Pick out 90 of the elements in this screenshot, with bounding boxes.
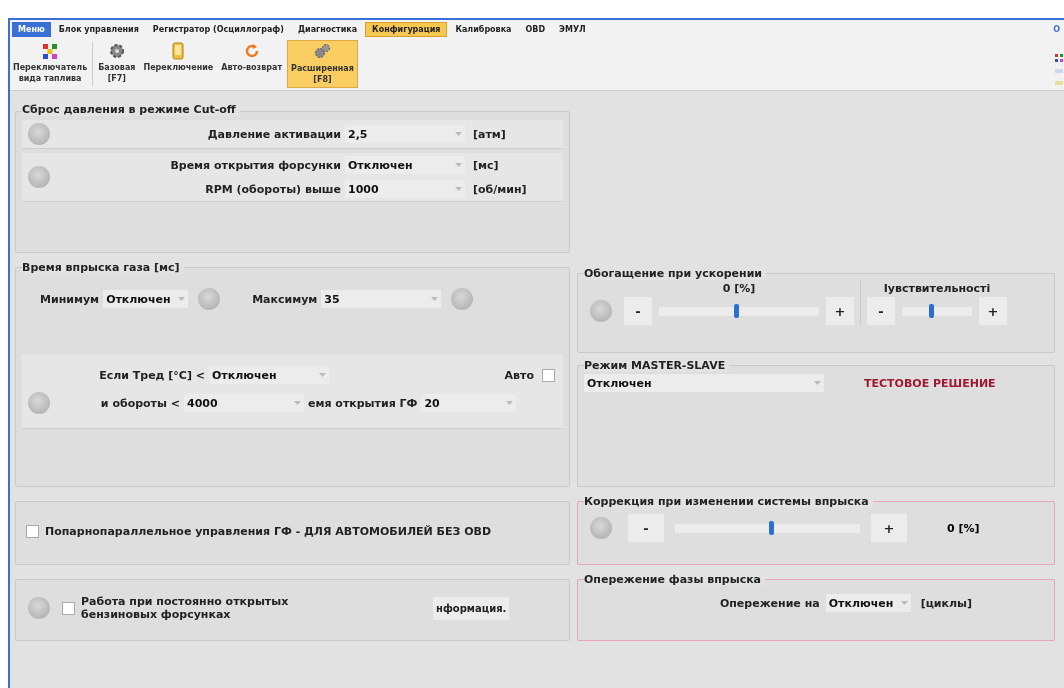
field-label: Максимум xyxy=(252,292,318,306)
slider-thumb[interactable] xyxy=(733,303,739,318)
caret-icon xyxy=(455,187,462,191)
tab[interactable]: Регистратор (Осциллограф) xyxy=(146,21,290,37)
checkbox[interactable] xyxy=(26,524,39,538)
field-label: RPM (обороты) выше xyxy=(204,182,341,196)
group-title: Сброс давления в режиме Cut-off xyxy=(22,103,240,116)
minus-button[interactable]: - xyxy=(628,514,664,542)
dropdown-field[interactable]: Отключен xyxy=(584,374,824,392)
caret-icon xyxy=(455,163,462,167)
plus-button[interactable]: + xyxy=(826,297,854,325)
gear-icon xyxy=(107,42,126,60)
field-label: Минимум xyxy=(40,292,100,306)
slider[interactable] xyxy=(901,305,973,317)
group-title: Время впрыска газа [мс] xyxy=(22,261,184,274)
tab[interactable]: Конфигурация xyxy=(365,21,448,37)
tab[interactable]: OBD xyxy=(519,21,552,37)
minus-button[interactable]: - xyxy=(624,297,652,325)
round-button[interactable] xyxy=(28,123,50,145)
field-label: Если Тред [°C] < xyxy=(98,368,205,382)
percent-value: 0 [%] xyxy=(721,282,757,295)
minus-button[interactable]: - xyxy=(867,297,895,325)
dropdown-field[interactable]: 20 xyxy=(421,394,517,412)
dropdown-field[interactable]: Отключен xyxy=(103,290,189,308)
checkbox-label: Попарнопараллельное управления ГФ - ДЛЯ АВТОМОБИЛЕЙ БЕЗ OBD xyxy=(45,524,493,538)
field-label: [об/мин] xyxy=(473,182,527,196)
dropdown-field[interactable]: Отключен xyxy=(345,156,465,174)
dropdown-field[interactable]: 4000 xyxy=(184,394,304,412)
caret-icon xyxy=(455,132,462,136)
round-button[interactable] xyxy=(28,597,50,619)
slider[interactable] xyxy=(658,305,820,317)
toolbar-button[interactable]: Переключатель вида таплива xyxy=(10,40,91,88)
bar-icon xyxy=(1055,80,1063,86)
percent-value: 0 [%] xyxy=(947,521,980,535)
round-button[interactable] xyxy=(28,166,50,188)
slider-thumb[interactable] xyxy=(929,303,935,318)
info-button[interactable]: нформация. xyxy=(433,596,510,620)
field-label: [атм] xyxy=(473,127,506,141)
caret-icon xyxy=(294,401,301,405)
field-label: Давление активации xyxy=(206,127,341,141)
round-button[interactable] xyxy=(590,517,612,539)
dots-icon xyxy=(41,42,60,60)
caret-icon xyxy=(814,381,821,385)
field-label: [циклы] xyxy=(920,596,973,610)
round-button[interactable] xyxy=(590,300,612,322)
field-label: емя открытия ГФ xyxy=(308,396,418,410)
caret-icon xyxy=(178,297,186,301)
menu-tab[interactable]: Меню xyxy=(12,21,51,37)
checkbox-label: Работа при постоянно открытых бензиновых форсунках xyxy=(81,595,290,621)
group-title: Опережение фазы впрыска xyxy=(584,573,766,586)
field-label: Опережение на xyxy=(719,596,820,610)
group-title: Режим MASTER-SLAVE xyxy=(584,359,730,372)
warning-text: ТЕСТОВОЕ РЕШЕНИЕ xyxy=(864,376,996,390)
caret-icon xyxy=(319,373,326,377)
checkbox[interactable] xyxy=(62,601,75,615)
bar-icon xyxy=(1055,68,1063,74)
slider-thumb[interactable] xyxy=(769,520,775,535)
round-button[interactable] xyxy=(28,392,50,414)
field-label: и обороты < xyxy=(99,396,180,410)
group-title: Обогащение при ускорении xyxy=(584,267,767,280)
tab[interactable]: Диагностика xyxy=(291,21,364,37)
dropdown-field[interactable]: Отключен xyxy=(825,594,911,612)
toolbar-button[interactable]: Расширенная [F8] xyxy=(287,40,358,88)
dropdown-field[interactable]: 1000 xyxy=(345,180,465,198)
group-title: Коррекция при изменении системы впрыска xyxy=(584,495,873,508)
caret-icon xyxy=(506,401,514,405)
gears-icon xyxy=(313,43,332,61)
tab[interactable]: Калибровка xyxy=(449,21,518,37)
tab-label[interactable]: О xyxy=(1053,24,1062,34)
toolbar-button[interactable]: Базовая [F7] xyxy=(95,40,139,88)
field-label: Іувствительності xyxy=(882,282,992,295)
dropdown-field[interactable]: 2,5 xyxy=(345,125,465,143)
plus-button[interactable]: + xyxy=(871,514,907,542)
slider[interactable] xyxy=(674,522,861,534)
tab[interactable]: ЭМУЛ xyxy=(553,21,592,37)
dots-icon xyxy=(1055,54,1063,62)
toolbar-button[interactable]: Авто-возврат xyxy=(218,40,286,88)
dropdown-field[interactable]: 35 xyxy=(321,290,442,308)
field-label: Авто xyxy=(504,368,534,382)
toolbar-button[interactable]: Переключение xyxy=(140,40,217,88)
dropdown-field[interactable]: Отключен xyxy=(209,366,329,384)
field-label: [мс] xyxy=(473,158,499,172)
tab[interactable]: Блок управления xyxy=(52,21,145,37)
caret-icon xyxy=(900,601,908,605)
caret-icon xyxy=(431,297,439,301)
checkbox[interactable] xyxy=(542,368,555,382)
round-button[interactable] xyxy=(451,288,474,310)
field-label: Время открытия форсунки xyxy=(169,158,341,172)
round-button[interactable] xyxy=(198,288,221,310)
plus-button[interactable]: + xyxy=(979,297,1007,325)
